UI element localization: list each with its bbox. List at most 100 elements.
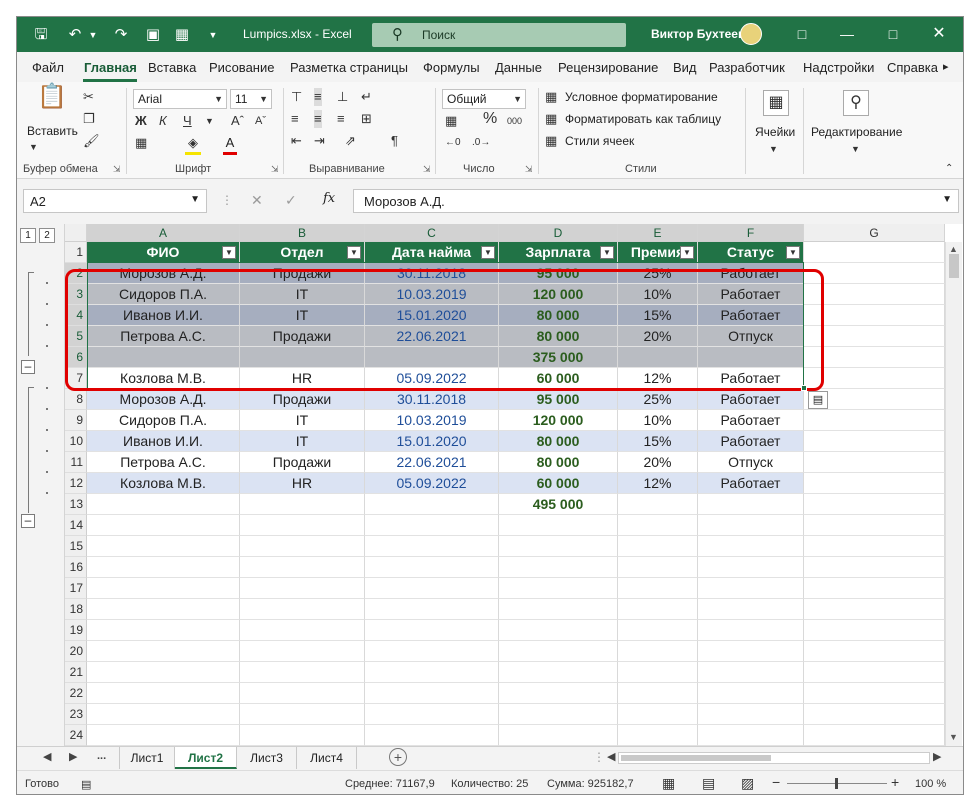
table-header-cell[interactable]: Премия ▼: [618, 242, 698, 263]
cell[interactable]: [240, 662, 365, 683]
sheet-tab-4[interactable]: Лист4: [297, 747, 357, 769]
row-header[interactable]: 13: [65, 494, 87, 515]
font-launcher-icon[interactable]: ⇲: [271, 164, 279, 175]
font-name-combo[interactable]: Arial ▼: [133, 89, 227, 109]
macro-record-icon[interactable]: ▤: [81, 778, 91, 791]
table-cell[interactable]: [618, 494, 698, 515]
form-icon[interactable]: ▦: [172, 25, 192, 45]
grow-font-icon[interactable]: Aˆ: [231, 112, 244, 130]
cell[interactable]: [87, 662, 240, 683]
cell[interactable]: [499, 662, 618, 683]
cell[interactable]: [804, 620, 945, 641]
avatar[interactable]: [740, 23, 762, 45]
normal-view-icon[interactable]: ▦: [662, 775, 675, 792]
sheet-tab-3[interactable]: Лист3: [237, 747, 297, 769]
cell[interactable]: [87, 536, 240, 557]
minimize-icon[interactable]: —: [835, 23, 859, 45]
italic-button[interactable]: К: [159, 112, 167, 130]
cell[interactable]: [365, 662, 499, 683]
insert-function-button[interactable]: fx: [323, 191, 335, 206]
format-as-table-button[interactable]: Форматировать как таблицу: [565, 112, 721, 126]
tab-splitter-icon[interactable]: ⋮: [593, 750, 605, 764]
font-color-icon[interactable]: A: [223, 134, 237, 155]
cell[interactable]: [618, 725, 698, 746]
ribbon-display-icon[interactable]: □: [790, 23, 814, 45]
cell[interactable]: [804, 557, 945, 578]
maximize-icon[interactable]: □: [881, 23, 905, 45]
cell[interactable]: [87, 599, 240, 620]
table-cell[interactable]: Работает: [698, 389, 804, 410]
cell[interactable]: [499, 641, 618, 662]
tab-help[interactable]: Справка: [887, 60, 938, 75]
cell[interactable]: [804, 284, 945, 305]
cell[interactable]: [365, 557, 499, 578]
cell[interactable]: [365, 620, 499, 641]
currency-icon[interactable]: ▦: [445, 112, 457, 130]
row-header[interactable]: 16: [65, 557, 87, 578]
customize-qat-icon[interactable]: ▼: [203, 25, 223, 45]
zoom-slider-thumb[interactable]: [835, 778, 838, 789]
row-header[interactable]: 24: [65, 725, 87, 746]
collapse-group-button[interactable]: –: [21, 514, 35, 528]
cell[interactable]: [618, 557, 698, 578]
cell[interactable]: [618, 704, 698, 725]
filter-dropdown-icon[interactable]: ▼: [680, 246, 694, 259]
cell[interactable]: [365, 725, 499, 746]
cell[interactable]: [698, 515, 804, 536]
cell[interactable]: [698, 683, 804, 704]
table-cell[interactable]: 495 000: [499, 494, 618, 515]
row-header[interactable]: 15: [65, 536, 87, 557]
add-sheet-icon[interactable]: +: [389, 748, 407, 766]
cell[interactable]: [365, 683, 499, 704]
row-header[interactable]: 14: [65, 515, 87, 536]
table-cell[interactable]: Работает: [698, 410, 804, 431]
cell[interactable]: [804, 431, 945, 452]
copy-icon[interactable]: ❐: [83, 110, 95, 128]
cell[interactable]: [618, 536, 698, 557]
more-sheets-button[interactable]: ...: [97, 750, 106, 762]
row-header[interactable]: 8: [65, 389, 87, 410]
cell[interactable]: [804, 410, 945, 431]
table-cell[interactable]: 05.09.2022: [365, 473, 499, 494]
cell[interactable]: [87, 725, 240, 746]
cell[interactable]: [499, 620, 618, 641]
cell[interactable]: [698, 599, 804, 620]
cell[interactable]: [804, 641, 945, 662]
horizontal-scrollbar[interactable]: [618, 752, 930, 764]
table-cell[interactable]: IT: [240, 410, 365, 431]
zoom-level[interactable]: 100 %: [915, 778, 946, 790]
cell[interactable]: [804, 305, 945, 326]
table-header-cell[interactable]: Статус ▼: [698, 242, 804, 263]
orientation-icon[interactable]: ⇗: [345, 132, 356, 150]
zoom-in-icon[interactable]: +: [891, 774, 899, 790]
tab-file[interactable]: Файл: [32, 60, 64, 75]
underline-button[interactable]: Ч: [183, 112, 192, 130]
column-header-g[interactable]: G: [804, 224, 945, 242]
table-cell[interactable]: Козлова М.В.: [87, 473, 240, 494]
cell[interactable]: [499, 536, 618, 557]
search-box[interactable]: ⚲ Поиск: [372, 23, 626, 47]
cell[interactable]: [618, 620, 698, 641]
cell[interactable]: [618, 515, 698, 536]
bold-button[interactable]: Ж: [135, 112, 147, 130]
enter-icon[interactable]: ✓: [285, 192, 297, 209]
cell[interactable]: [240, 704, 365, 725]
wrap-text-icon[interactable]: ↵: [361, 88, 372, 106]
fill-color-icon[interactable]: ◈: [185, 134, 201, 155]
user-name[interactable]: Виктор Бухтеев: [651, 27, 745, 41]
tab-formulas[interactable]: Формулы: [423, 60, 480, 75]
tab-data[interactable]: Данные: [495, 60, 542, 75]
row-header[interactable]: 11: [65, 452, 87, 473]
table-cell[interactable]: [365, 494, 499, 515]
expand-formula-icon[interactable]: ▼: [942, 194, 952, 205]
status-sum[interactable]: Сумма: 925182,7: [547, 778, 634, 790]
hscroll-left-icon[interactable]: ◀: [607, 750, 615, 763]
cell[interactable]: [698, 536, 804, 557]
editing-search-icon[interactable]: ⚲: [843, 90, 869, 116]
number-format-combo[interactable]: Общий ▼: [442, 89, 526, 109]
cell[interactable]: [499, 725, 618, 746]
cell[interactable]: [87, 515, 240, 536]
vertical-scrollbar[interactable]: ▲ ▼: [945, 242, 962, 746]
outline-level-1[interactable]: 1: [20, 228, 36, 243]
table-cell[interactable]: IT: [240, 431, 365, 452]
